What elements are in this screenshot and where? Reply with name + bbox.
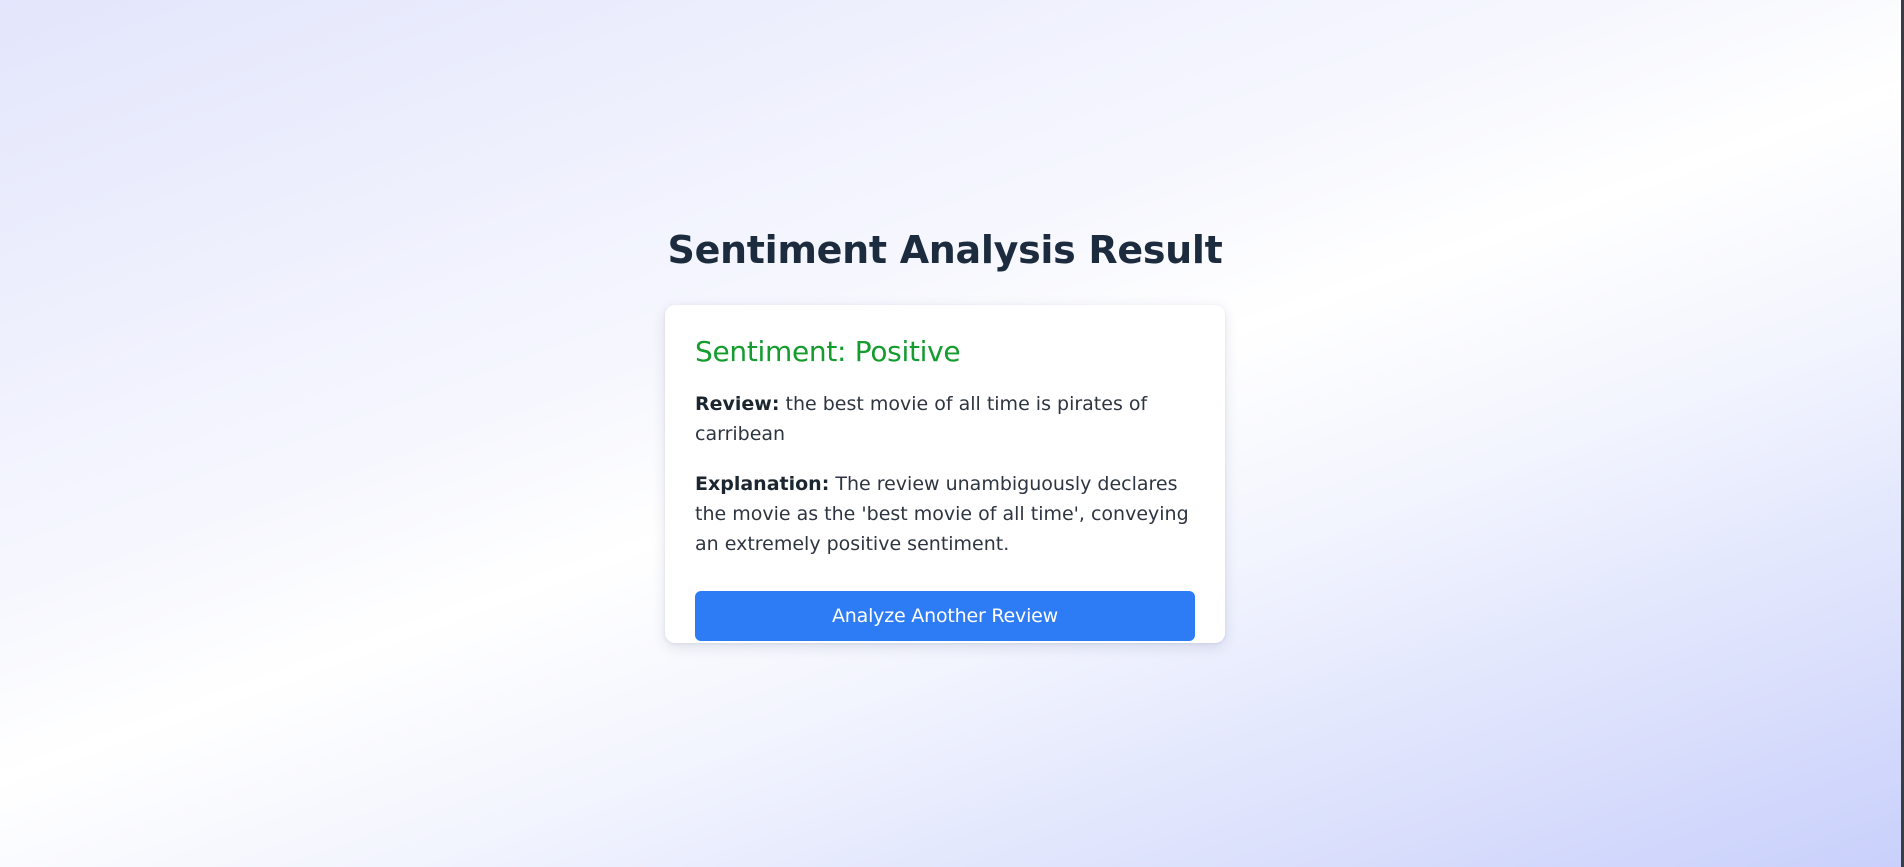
page-title: Sentiment Analysis Result <box>667 228 1223 272</box>
sentiment-heading: Sentiment: Positive <box>695 335 961 368</box>
explanation-label: Explanation: <box>695 473 830 495</box>
analyze-another-review-button[interactable]: Analyze Another Review <box>695 591 1195 641</box>
review-label: Review: <box>695 393 780 415</box>
explanation-paragraph: Explanation: The review unambiguously de… <box>695 469 1195 559</box>
review-paragraph: Review: the best movie of all time is pi… <box>695 389 1195 449</box>
result-card: Sentiment: Positive Review: the best mov… <box>665 305 1225 643</box>
